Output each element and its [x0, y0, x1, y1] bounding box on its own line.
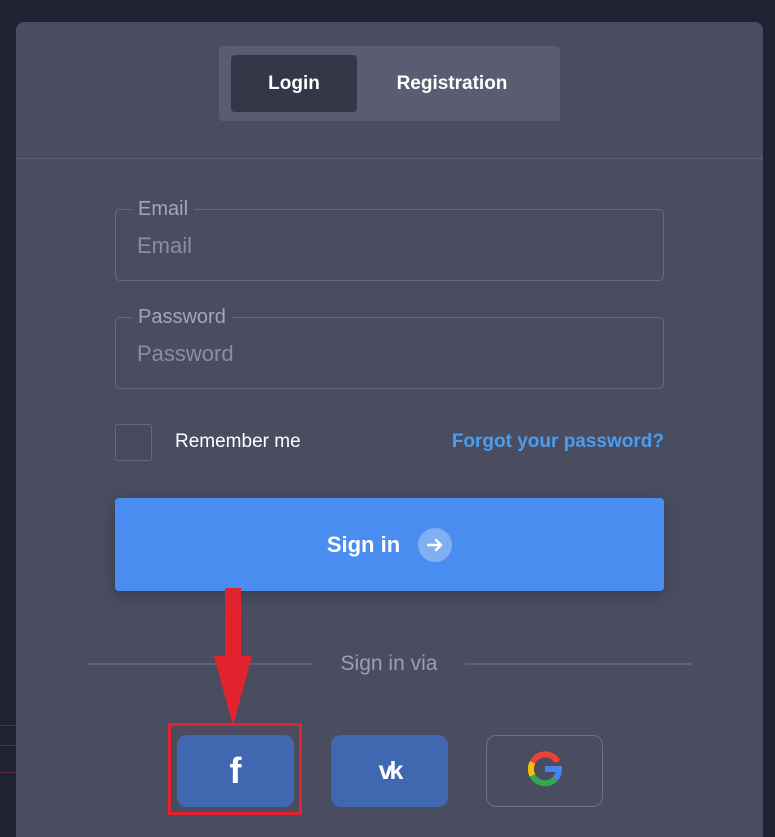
vk-icon: vk: [378, 756, 404, 785]
background-line: [0, 772, 16, 773]
forgot-password-link[interactable]: Forgot your password?: [452, 430, 664, 454]
email-input[interactable]: [137, 226, 637, 266]
email-field: Email: [115, 198, 664, 281]
divider-line: [465, 663, 692, 665]
divider-line: [88, 663, 313, 665]
email-label: Email: [132, 198, 195, 220]
facebook-login-button[interactable]: f: [177, 735, 294, 807]
tab-registration[interactable]: Registration: [357, 55, 547, 112]
tab-login[interactable]: Login: [231, 55, 357, 112]
remember-me-label: Remember me: [175, 431, 301, 452]
password-field: Password: [115, 306, 664, 389]
sign-in-button[interactable]: Sign in: [115, 498, 664, 591]
auth-tabs: Login Registration: [219, 46, 560, 121]
background-line: [0, 725, 16, 726]
remember-me-checkbox[interactable]: [115, 424, 152, 461]
vk-login-button[interactable]: vk: [331, 735, 448, 807]
arrow-right-icon: [418, 527, 453, 562]
google-login-button[interactable]: [486, 735, 603, 807]
sign-in-via-label: Sign in via: [340, 652, 438, 675]
login-card: Login Registration Email Password Rememb…: [16, 22, 763, 837]
sign-in-label: Sign in: [326, 531, 401, 557]
password-label: Password: [132, 306, 232, 328]
header-divider: [16, 158, 763, 159]
background-line: [0, 745, 16, 746]
facebook-icon: f: [229, 750, 242, 791]
password-input[interactable]: [137, 334, 637, 374]
google-icon: [527, 750, 563, 792]
